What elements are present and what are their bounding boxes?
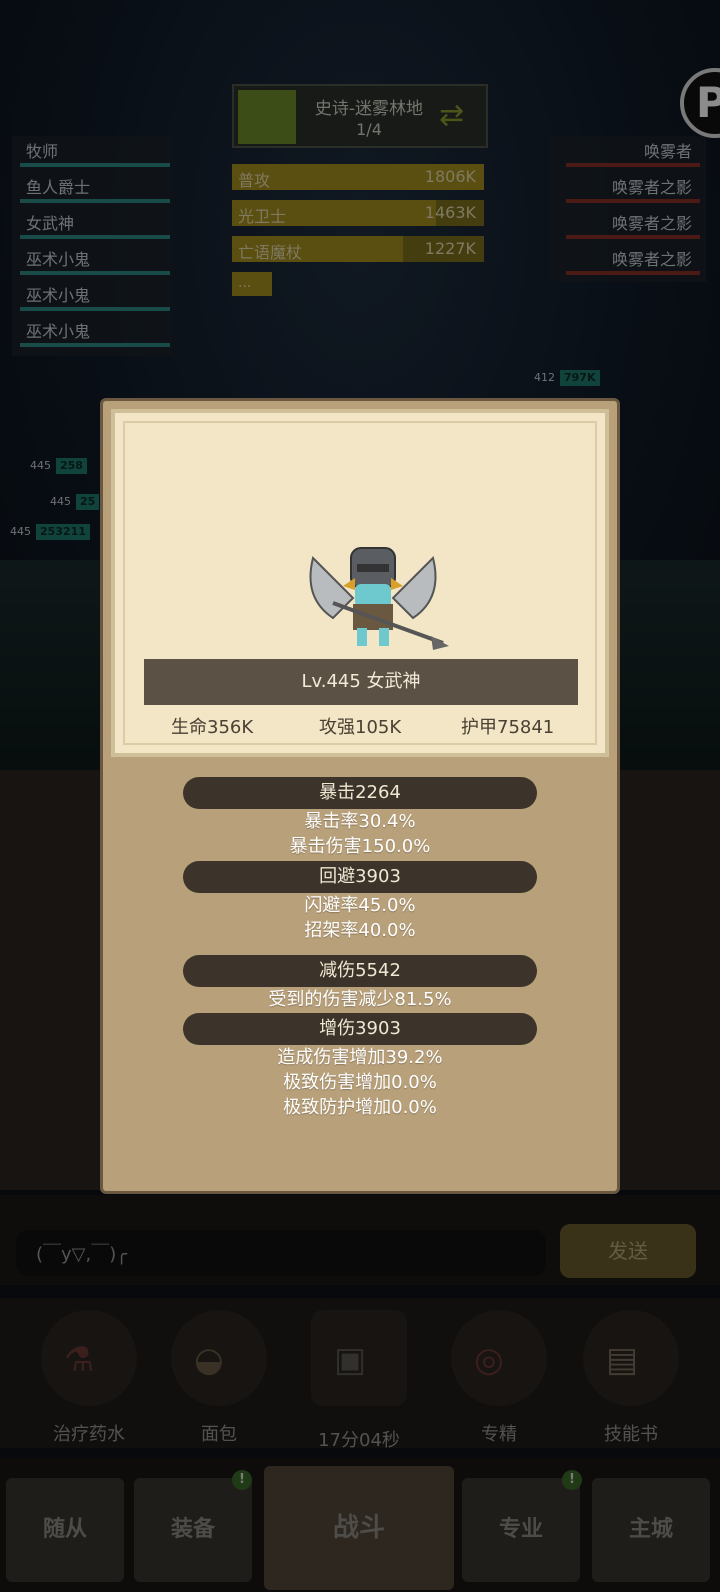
hero-name-bar: Lv.445 女武神 — [144, 659, 578, 705]
hero-card: Lv.445 女武神 生命356K 攻强105K 护甲75841 — [111, 409, 609, 757]
stat-section-crit: 暴击2264 暴击率30.4% 暴击伤害150.0% — [103, 777, 617, 859]
stat-section-reduction: 减伤5542 受到的伤害减少81.5% — [103, 955, 617, 1012]
section-header: 减伤5542 — [183, 955, 537, 987]
hero-detail-popup: Lv.445 女武神 生命356K 攻强105K 护甲75841 暴击2264 … — [100, 398, 620, 1194]
stat-line: 极致防护增加0.0% — [283, 1097, 437, 1118]
section-header: 增伤3903 — [183, 1013, 537, 1045]
hero-hp: 生命356K — [171, 717, 254, 738]
hero-armor: 护甲75841 — [461, 717, 555, 738]
stat-line: 极致伤害增加0.0% — [283, 1072, 437, 1093]
section-header: 回避3903 — [183, 861, 537, 893]
stat-section-damage: 增伤3903 造成伤害增加39.2% 极致伤害增加0.0% 极致防护增加0.0% — [103, 1013, 617, 1120]
stat-line: 暴击伤害150.0% — [289, 836, 431, 857]
stat-line: 招架率40.0% — [304, 920, 416, 941]
stat-line: 闪避率45.0% — [304, 895, 416, 916]
hero-attack: 攻强105K — [319, 717, 402, 738]
section-header: 暴击2264 — [183, 777, 537, 809]
stat-line: 受到的伤害减少81.5% — [268, 989, 452, 1010]
stat-line: 造成伤害增加39.2% — [277, 1047, 443, 1068]
valkyrie-portrait — [309, 547, 449, 650]
stat-section-evasion: 回避3903 闪避率45.0% 招架率40.0% — [103, 861, 617, 943]
stat-line: 暴击率30.4% — [304, 811, 416, 832]
